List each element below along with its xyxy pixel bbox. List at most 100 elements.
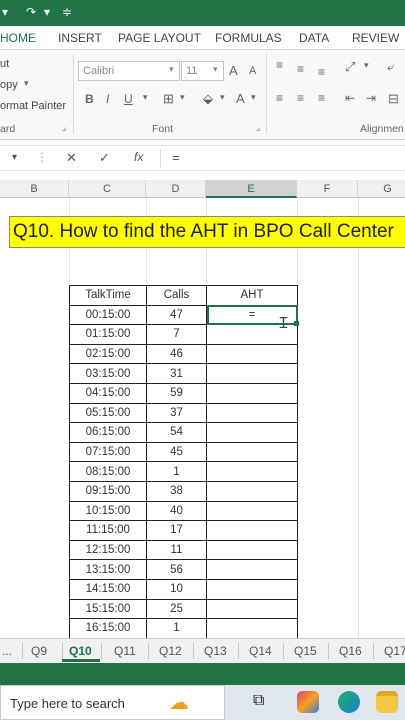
- name-box-dropdown-icon[interactable]: ▾: [12, 152, 17, 163]
- sheet-tab-q17[interactable]: Q17: [384, 644, 405, 658]
- wrap-text-icon[interactable]: ⤶: [387, 59, 394, 75]
- column-header-f[interactable]: F: [297, 180, 358, 198]
- tab-insert[interactable]: INSERT: [58, 31, 102, 45]
- calls-cell[interactable]: 45: [146, 441, 207, 463]
- table-header-cell[interactable]: AHT: [206, 285, 298, 306]
- tab-page-layout[interactable]: PAGE LAYOUT: [118, 31, 201, 45]
- calls-cell[interactable]: 31: [146, 363, 207, 384]
- calls-cell[interactable]: 1: [146, 461, 207, 482]
- calls-cell[interactable]: 11: [146, 539, 207, 561]
- sheet-tab-q15[interactable]: Q15: [294, 644, 317, 658]
- calls-cell[interactable]: 54: [146, 422, 207, 443]
- column-header-b[interactable]: B: [0, 180, 69, 198]
- aht-cell[interactable]: [206, 402, 298, 424]
- aht-cell[interactable]: [206, 598, 298, 620]
- fill-color-icon[interactable]: ⬙: [203, 91, 213, 107]
- calls-cell[interactable]: 46: [146, 343, 207, 365]
- font-name-box[interactable]: Calibri ▾: [78, 61, 180, 81]
- calls-cell[interactable]: 59: [146, 382, 207, 404]
- aht-cell[interactable]: [206, 343, 298, 365]
- underline-dropdown-icon[interactable]: ▾: [143, 92, 148, 103]
- talktime-cell[interactable]: 09:15:00: [69, 480, 147, 502]
- tab-formulas[interactable]: FORMULAS: [215, 31, 282, 45]
- tab-home[interactable]: HOME: [0, 31, 36, 45]
- increase-indent-icon[interactable]: ⇥: [366, 91, 376, 105]
- aht-cell[interactable]: [206, 441, 298, 463]
- weather-widget-icon[interactable]: ☁: [169, 690, 189, 715]
- shrink-font-icon[interactable]: A: [249, 65, 256, 77]
- talktime-cell[interactable]: 05:15:00: [69, 402, 147, 424]
- column-header-e[interactable]: E: [206, 180, 297, 198]
- sheet-tab-q13[interactable]: Q13: [204, 644, 227, 658]
- aht-cell[interactable]: [206, 618, 298, 638]
- aht-cell[interactable]: [206, 382, 298, 404]
- talktime-cell[interactable]: 10:15:00: [69, 500, 147, 522]
- sheet-tab-q12[interactable]: Q12: [159, 644, 182, 658]
- calls-cell[interactable]: 10: [146, 578, 207, 600]
- clipboard-launcher-icon[interactable]: ⌟: [62, 122, 66, 133]
- worksheet-grid[interactable]: Q10. How to find the AHT in BPO Call Cen…: [0, 198, 405, 638]
- calls-cell[interactable]: 1: [146, 618, 207, 638]
- sheet-tab-q10[interactable]: Q10: [69, 644, 92, 658]
- aht-cell[interactable]: [206, 578, 298, 600]
- merge-center-icon[interactable]: ⊟: [388, 91, 399, 107]
- talktime-cell[interactable]: 08:15:00: [69, 461, 147, 482]
- font-color-icon[interactable]: A: [236, 91, 245, 106]
- redo-dropdown-icon[interactable]: ▾: [44, 5, 50, 19]
- tab-data[interactable]: DATA: [299, 31, 329, 45]
- talktime-cell[interactable]: 11:15:00: [69, 520, 147, 541]
- calls-cell[interactable]: 47: [146, 304, 207, 326]
- sheet-tab-q9[interactable]: Q9: [31, 644, 47, 658]
- aht-cell[interactable]: [206, 480, 298, 502]
- aht-cell[interactable]: [206, 520, 298, 541]
- calls-cell[interactable]: 38: [146, 480, 207, 502]
- formula-input[interactable]: =: [172, 150, 180, 165]
- align-bottom-icon[interactable]: ≡: [318, 65, 325, 79]
- talktime-cell[interactable]: 03:15:00: [69, 363, 147, 384]
- undo-dropdown-icon[interactable]: ▾: [2, 5, 8, 19]
- copilot-icon[interactable]: [297, 691, 319, 713]
- calls-cell[interactable]: 17: [146, 520, 207, 541]
- insert-function-icon[interactable]: fx: [134, 150, 143, 164]
- table-header-cell[interactable]: TalkTime: [69, 285, 147, 306]
- tab-review[interactable]: REVIEW: [352, 31, 399, 45]
- format-painter-button[interactable]: ormat Painter: [0, 100, 66, 112]
- aht-cell[interactable]: [206, 461, 298, 482]
- table-header-cell[interactable]: Calls: [146, 285, 207, 306]
- talktime-cell[interactable]: 06:15:00: [69, 422, 147, 443]
- talktime-cell[interactable]: 02:15:00: [69, 343, 147, 365]
- decrease-indent-icon[interactable]: ⇤: [345, 91, 355, 105]
- talktime-cell[interactable]: 12:15:00: [69, 539, 147, 561]
- talktime-cell[interactable]: 15:15:00: [69, 598, 147, 620]
- calls-cell[interactable]: 7: [146, 324, 207, 345]
- font-size-box[interactable]: 11 ▾: [181, 61, 224, 81]
- sheet-tab-more[interactable]: ...: [2, 644, 12, 658]
- align-top-icon[interactable]: ≡: [276, 58, 283, 72]
- redo-icon[interactable]: ↷: [26, 5, 36, 19]
- calls-cell[interactable]: 56: [146, 559, 207, 580]
- align-right-icon[interactable]: ≡: [318, 91, 325, 105]
- sheet-tab-q16[interactable]: Q16: [339, 644, 362, 658]
- aht-cell[interactable]: [206, 539, 298, 561]
- calls-cell[interactable]: 37: [146, 402, 207, 424]
- column-header-c[interactable]: C: [69, 180, 146, 198]
- talktime-cell[interactable]: 14:15:00: [69, 578, 147, 600]
- column-header-g[interactable]: G: [358, 180, 405, 198]
- question-banner[interactable]: Q10. How to find the AHT in BPO Call Cen…: [9, 216, 405, 248]
- orientation-icon[interactable]: ⤢: [345, 59, 355, 75]
- orientation-dropdown-icon[interactable]: ▾: [364, 60, 369, 71]
- cut-button[interactable]: ut: [0, 58, 9, 70]
- underline-button[interactable]: U: [124, 92, 133, 106]
- align-center-icon[interactable]: ≡: [297, 91, 304, 105]
- fill-color-dropdown-icon[interactable]: ▾: [220, 92, 225, 103]
- fill-handle[interactable]: [294, 321, 299, 326]
- edge-browser-icon[interactable]: [338, 691, 360, 713]
- talktime-cell[interactable]: 13:15:00: [69, 559, 147, 580]
- grow-font-icon[interactable]: A: [229, 63, 238, 78]
- font-color-dropdown-icon[interactable]: ▾: [251, 92, 256, 103]
- task-view-icon[interactable]: ⧉: [253, 692, 264, 710]
- confirm-entry-icon[interactable]: ✓: [99, 150, 110, 166]
- customize-icon[interactable]: ≑: [62, 5, 72, 19]
- talktime-cell[interactable]: 16:15:00: [69, 618, 147, 638]
- font-launcher-icon[interactable]: ⌟: [256, 122, 260, 133]
